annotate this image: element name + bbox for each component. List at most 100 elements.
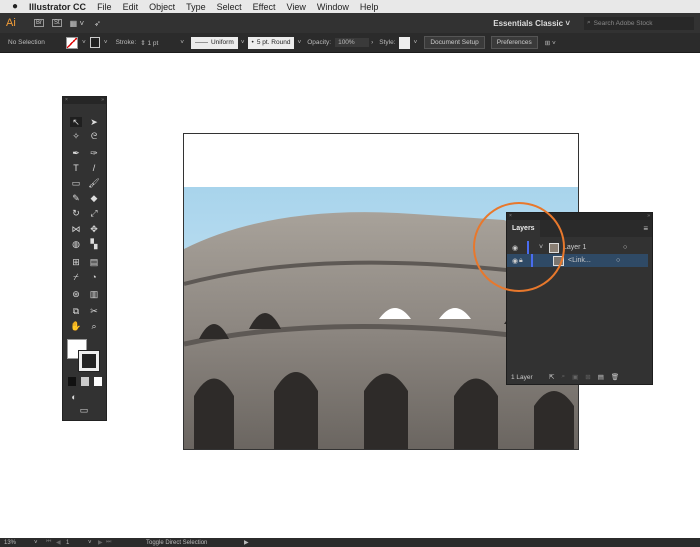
- export-icon[interactable]: ⇱: [549, 373, 554, 381]
- fill-swatch[interactable]: [66, 36, 78, 49]
- new-layer-icon[interactable]: ▤: [598, 373, 604, 381]
- gradient-tool-icon[interactable]: ▤: [88, 257, 100, 267]
- chevron-down-icon[interactable]: ˅: [414, 39, 418, 46]
- rectangle-tool-icon[interactable]: ▭: [70, 178, 82, 188]
- menu-object[interactable]: Object: [149, 2, 175, 12]
- menu-select[interactable]: Select: [217, 2, 242, 12]
- next-artboard-icon[interactable]: ▶: [98, 539, 106, 546]
- layer-name[interactable]: Layer 1: [563, 244, 623, 251]
- target-circle-icon[interactable]: ○: [616, 257, 620, 264]
- slice-tool-icon[interactable]: ✂: [88, 306, 100, 316]
- chevron-down-icon[interactable]: ˅: [104, 39, 108, 46]
- mesh-tool-icon[interactable]: ⊞: [70, 257, 82, 267]
- lasso-tool-icon[interactable]: ᘓ: [88, 131, 100, 141]
- symbol-sprayer-tool-icon[interactable]: ⊛: [70, 289, 82, 299]
- menu-window[interactable]: Window: [317, 2, 349, 12]
- color-mode-icons[interactable]: [68, 377, 102, 386]
- chevron-down-icon[interactable]: ˅: [34, 540, 46, 546]
- document-setup-button[interactable]: Document Setup: [424, 36, 485, 49]
- panel-menu-icon[interactable]: ≡: [643, 224, 648, 233]
- type-tool-icon[interactable]: T: [70, 163, 82, 173]
- zoom-tool-icon[interactable]: ⌕: [88, 321, 100, 331]
- chevron-down-icon[interactable]: ˅: [180, 39, 184, 46]
- chevron-down-icon[interactable]: ˅: [297, 39, 301, 46]
- app-menu[interactable]: Illustrator CC: [29, 2, 86, 12]
- menu-file[interactable]: File: [97, 2, 112, 12]
- chevron-down-icon[interactable]: ˅: [82, 39, 86, 46]
- pen-tool-icon[interactable]: ✒: [70, 148, 82, 158]
- link-name[interactable]: <Link...: [568, 257, 616, 264]
- opacity-input[interactable]: 100%: [335, 38, 370, 47]
- style-label: Style:: [379, 39, 396, 46]
- stock-search-input[interactable]: ⌕ Search Adobe Stock: [584, 16, 694, 30]
- menu-edit[interactable]: Edit: [123, 2, 139, 12]
- direct-selection-tool-icon[interactable]: ➤: [88, 117, 100, 127]
- scale-tool-icon[interactable]: ⤢: [88, 208, 100, 218]
- last-artboard-icon[interactable]: ⏭: [106, 539, 146, 546]
- first-artboard-icon[interactable]: ⏮: [46, 539, 56, 546]
- illustrator-logo: Ai: [6, 17, 16, 29]
- rotate-tool-icon[interactable]: ↻: [70, 208, 82, 218]
- status-bar: 13% ˅ ⏮ ◀ 1 ˅ ▶ ⏭ Toggle Direct Selectio…: [0, 538, 700, 547]
- workspace-switcher[interactable]: Essentials Classic ˅: [493, 19, 570, 28]
- brush-definition[interactable]: • 5 pt. Round: [247, 36, 295, 49]
- hand-tool-icon[interactable]: ✋: [70, 321, 82, 331]
- preferences-button[interactable]: Preferences: [490, 36, 538, 49]
- clipping-mask-icon[interactable]: ▣: [572, 373, 578, 381]
- panel-header[interactable]: × »: [63, 97, 106, 104]
- shape-builder-tool-icon[interactable]: ◍: [70, 239, 82, 249]
- stroke-label: Stroke:: [115, 39, 137, 46]
- width-tool-icon[interactable]: ⋈: [70, 224, 82, 234]
- locate-object-icon[interactable]: ⌕: [561, 373, 565, 381]
- menu-view[interactable]: View: [287, 2, 306, 12]
- curvature-tool-icon[interactable]: ✑: [88, 148, 100, 158]
- new-sublayer-icon[interactable]: ⊞: [585, 373, 590, 381]
- screen-mode-icon[interactable]: ▭: [78, 405, 90, 415]
- chevron-down-icon[interactable]: ˅: [241, 39, 245, 46]
- chevron-right-icon[interactable]: ›: [371, 39, 373, 46]
- control-bar: No Selection ˅ ˅ Stroke: ⇕ 1 pt ˅ —— Uni…: [0, 33, 700, 53]
- shaper-tool-icon[interactable]: ✎: [70, 193, 82, 203]
- stroke-weight-value: 1 pt: [147, 39, 159, 47]
- artboard-tool-icon[interactable]: ⧉: [70, 306, 82, 316]
- graphic-style-swatch[interactable]: [398, 36, 410, 49]
- stock-button[interactable]: St: [52, 19, 62, 27]
- blend-tool-icon[interactable]: ◔: [88, 272, 100, 282]
- arrange-icon[interactable]: ⊞ ˅: [545, 39, 556, 47]
- menu-effect[interactable]: Effect: [253, 2, 276, 12]
- application-bar: Ai Br St ▦ ˅ ➶ Essentials Classic ˅ ⌕ Se…: [0, 13, 700, 33]
- stroke-swatch[interactable]: [89, 37, 100, 48]
- gpu-rocket-icon[interactable]: ➶: [94, 19, 101, 28]
- stroke-weight-input[interactable]: ⇕ 1 pt: [140, 39, 180, 47]
- bridge-button[interactable]: Br: [34, 19, 44, 27]
- status-menu-icon[interactable]: ▶: [244, 539, 249, 546]
- workspace-label: Essentials Classic: [493, 18, 564, 28]
- menu-bar: ● Illustrator CC File Edit Object Type S…: [0, 0, 700, 13]
- magic-wand-tool-icon[interactable]: ✧: [70, 131, 82, 141]
- prev-artboard-icon[interactable]: ◀: [56, 539, 66, 546]
- selection-status: No Selection: [8, 39, 45, 46]
- column-graph-tool-icon[interactable]: ▥: [88, 289, 100, 299]
- apple-icon[interactable]: ●: [12, 1, 18, 12]
- paintbrush-tool-icon[interactable]: 🖌: [88, 178, 100, 188]
- drawing-modes-icon[interactable]: ◐: [68, 392, 80, 402]
- line-tool-icon[interactable]: /: [88, 163, 100, 173]
- highlight-circle: [473, 202, 565, 292]
- puppet-warp-tool-icon[interactable]: ✥: [88, 224, 100, 234]
- zoom-level[interactable]: 13%: [4, 540, 34, 546]
- delete-layer-icon[interactable]: 🗑︎: [611, 373, 619, 381]
- perspective-grid-tool-icon[interactable]: ▚: [88, 239, 100, 249]
- profile-value: Uniform: [210, 39, 234, 46]
- menu-type[interactable]: Type: [186, 2, 206, 12]
- status-tool: Toggle Direct Selection: [146, 539, 208, 546]
- chevron-down-icon[interactable]: ˅: [88, 540, 98, 546]
- artboard-number[interactable]: 1: [66, 540, 88, 546]
- menu-help[interactable]: Help: [360, 2, 379, 12]
- stroke-color-swatch[interactable]: [78, 350, 100, 372]
- eyedropper-tool-icon[interactable]: ⌿: [70, 272, 82, 282]
- variable-width-profile[interactable]: —— Uniform: [190, 36, 238, 49]
- eraser-tool-icon[interactable]: ◆: [88, 193, 100, 203]
- target-circle-icon[interactable]: ○: [623, 244, 627, 251]
- selection-tool-icon[interactable]: ↖: [70, 117, 82, 127]
- arrange-documents-icon[interactable]: ▦ ˅: [70, 19, 84, 28]
